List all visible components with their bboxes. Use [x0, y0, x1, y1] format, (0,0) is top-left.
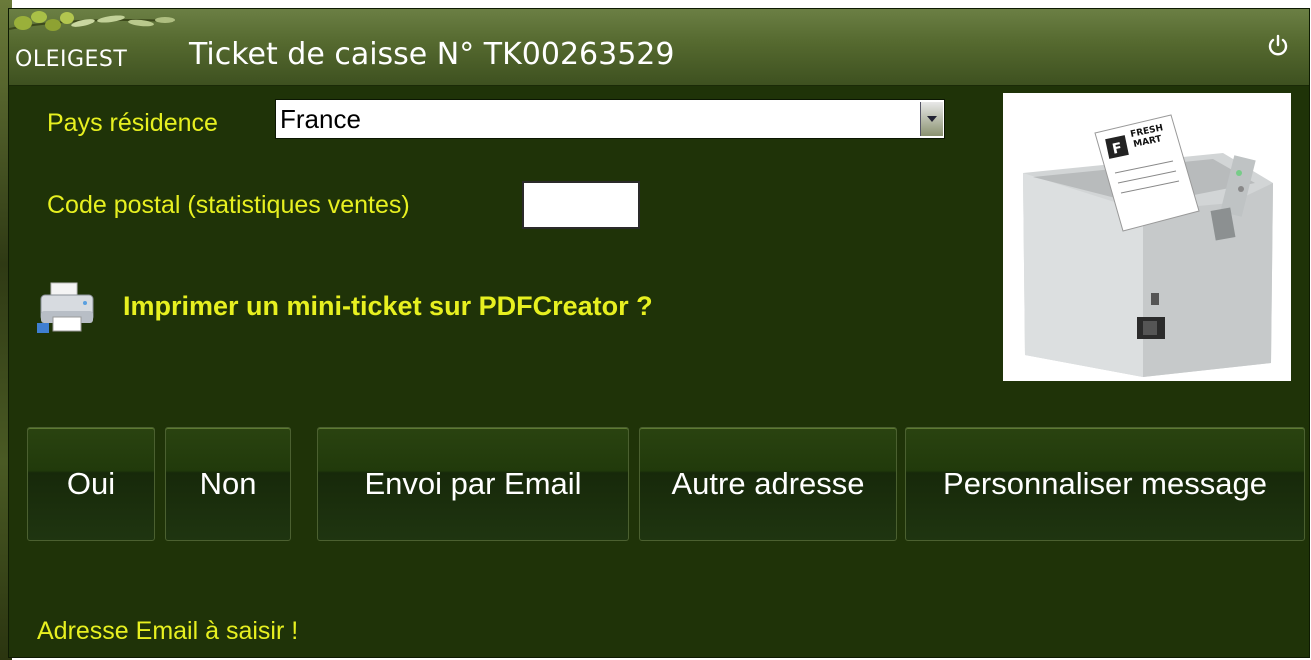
- other-address-button[interactable]: Autre adresse: [639, 427, 897, 541]
- country-select[interactable]: France: [275, 99, 945, 139]
- ticket-dialog: OLEIGEST Ticket de caisse N° TK00263529 …: [8, 8, 1310, 658]
- country-value: France: [280, 104, 361, 134]
- no-button[interactable]: Non: [165, 427, 291, 541]
- customize-message-button[interactable]: Personnaliser message: [905, 427, 1305, 541]
- country-label: Pays résidence: [47, 109, 218, 137]
- postal-code-input[interactable]: [522, 181, 640, 229]
- app-brand: OLEIGEST: [15, 47, 128, 72]
- window-title: Ticket de caisse N° TK00263529: [189, 37, 675, 72]
- yes-button[interactable]: Oui: [27, 427, 155, 541]
- receipt-printer-image: F FRESH MART: [1003, 93, 1291, 381]
- status-message: Adresse Email à saisir !: [37, 617, 299, 645]
- printer-icon[interactable]: [37, 279, 97, 335]
- power-icon[interactable]: [1265, 33, 1291, 59]
- title-bar: OLEIGEST Ticket de caisse N° TK00263529: [9, 9, 1309, 86]
- olive-branch-decoration: [9, 11, 175, 31]
- send-email-button[interactable]: Envoi par Email: [317, 427, 629, 541]
- chevron-down-icon[interactable]: [920, 102, 943, 136]
- print-mini-ticket-option[interactable]: Imprimer un mini-ticket sur PDFCreator ?: [123, 291, 653, 322]
- postal-code-label: Code postal (statistiques ventes): [47, 191, 410, 219]
